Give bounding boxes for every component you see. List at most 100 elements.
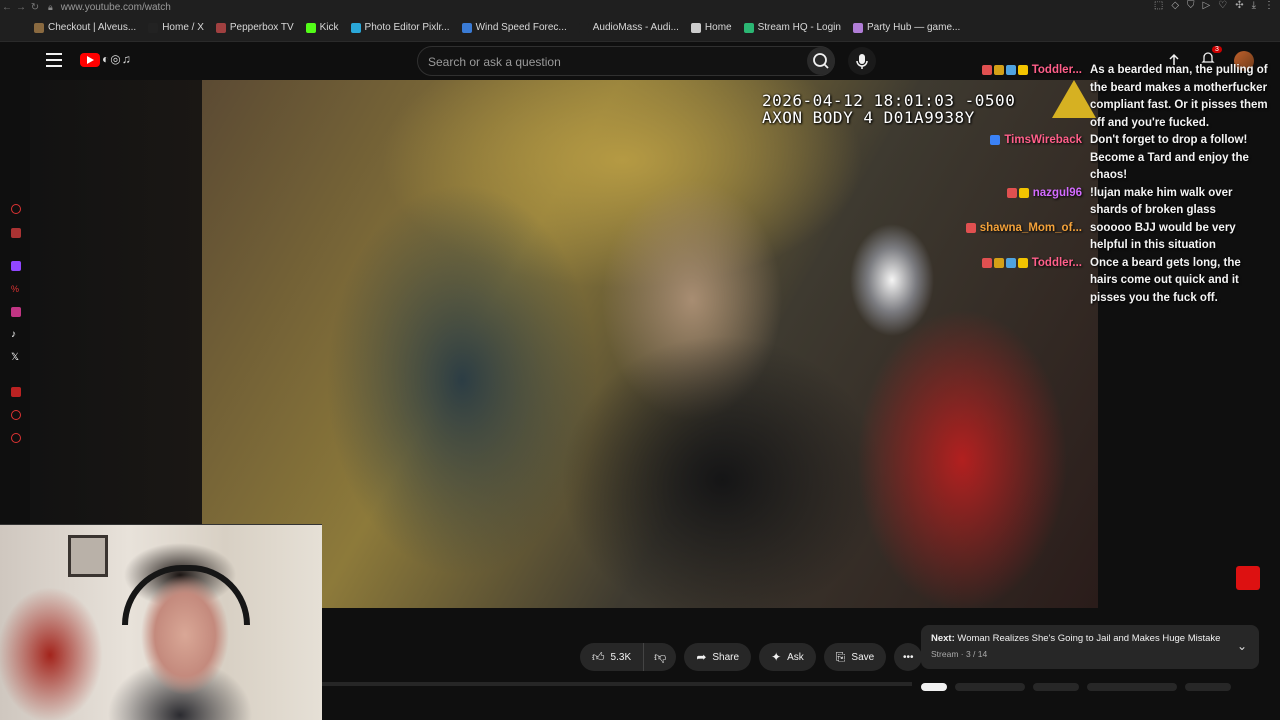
chip[interactable] bbox=[921, 683, 947, 691]
chat-badges bbox=[981, 257, 1028, 268]
sparkle-icon: ✦ bbox=[771, 650, 782, 664]
bookmark-favicon-icon bbox=[743, 22, 754, 33]
share-icon: ➦ bbox=[696, 650, 707, 664]
chat-text: sooooo BJJ would be very helpful in this… bbox=[1090, 221, 1236, 252]
subscribe-logo-icon[interactable] bbox=[1236, 566, 1260, 590]
chevron-down-icon[interactable]: ⌄ bbox=[1237, 639, 1247, 653]
thumbs-up-icon: 👍︎ bbox=[592, 649, 605, 664]
bookmark-item[interactable]: Photo Editor Pixlr... bbox=[350, 22, 450, 33]
bookmarks-bar: Checkout | Alveus... Home / X Pepperbox TV… bbox=[0, 14, 1280, 42]
extension-icon[interactable]: ⬚ bbox=[1154, 0, 1163, 11]
chip[interactable] bbox=[1087, 683, 1177, 691]
headset bbox=[122, 565, 250, 625]
twitch-icon[interactable] bbox=[11, 261, 21, 271]
tiktok-icon[interactable]: ♪ bbox=[11, 330, 21, 340]
bookmark-label: Checkout | Alveus... bbox=[48, 22, 137, 33]
clock-icon[interactable] bbox=[11, 410, 21, 420]
save-label: Save bbox=[851, 651, 875, 663]
left-icon-rail: % ♪ 𝕏 bbox=[0, 80, 30, 525]
chip[interactable] bbox=[1185, 683, 1231, 691]
chat-message: Toddler... Once a beard gets long, the ha… bbox=[960, 255, 1272, 308]
chip[interactable] bbox=[1033, 683, 1079, 691]
bookmark-item[interactable]: Checkout | Alveus... bbox=[34, 22, 136, 33]
back-icon[interactable]: ← bbox=[0, 2, 14, 13]
more-actions-button[interactable]: ••• bbox=[894, 643, 923, 671]
rail-icon[interactable] bbox=[11, 228, 21, 238]
chat-badge-icon bbox=[1017, 65, 1028, 75]
lock-icon: 🔒︎ bbox=[48, 1, 53, 12]
chat-message: TimsWireback Don't forget to drop a follo… bbox=[960, 132, 1272, 185]
chat-text: Don't forget to drop a follow! Become a … bbox=[1090, 134, 1249, 181]
chat-badges bbox=[981, 65, 1028, 75]
next-prefix: Next: bbox=[931, 633, 955, 644]
progress-bar[interactable] bbox=[322, 682, 912, 686]
like-dislike-group: 👍︎ 5.3K 👎︎ bbox=[580, 643, 677, 671]
play-icon[interactable]: ▷ bbox=[1203, 0, 1211, 11]
bookmark-favicon-icon bbox=[305, 22, 316, 33]
bookmark-label: AudioMass - Audi... bbox=[592, 22, 679, 33]
youtube-logo[interactable] bbox=[80, 53, 100, 67]
bookmark-item[interactable]: Party Hub — game... bbox=[852, 22, 960, 33]
bookmark-favicon-icon bbox=[148, 22, 159, 33]
reload-icon[interactable]: ↻ bbox=[28, 2, 42, 13]
search-input[interactable] bbox=[428, 53, 788, 71]
bookmark-item[interactable]: Home bbox=[690, 22, 732, 33]
shield-icon[interactable]: ⛉ bbox=[1187, 0, 1195, 11]
share-button[interactable]: ➦ Share bbox=[684, 643, 752, 671]
chat-badges bbox=[1006, 187, 1029, 198]
heart-icon[interactable]: ♡ bbox=[1218, 0, 1227, 11]
bookmark-item[interactable]: Stream HQ - Login bbox=[743, 22, 841, 33]
rail-icon[interactable] bbox=[11, 204, 21, 214]
bookmark-favicon-icon bbox=[350, 22, 361, 33]
chat-username[interactable]: TimsWireback bbox=[1004, 132, 1082, 150]
bookmark-favicon-icon bbox=[215, 22, 226, 33]
video-actions: 👍︎ 5.3K 👎︎ ➦ Share ✦ Ask ⎘ Save ••• bbox=[580, 643, 923, 671]
next-subtitle: Stream · 3 / 14 bbox=[931, 649, 988, 659]
bookmark-item[interactable]: Wind Speed Forec... bbox=[461, 22, 567, 33]
search-button[interactable] bbox=[807, 47, 835, 75]
bookmark-label: Home bbox=[704, 22, 732, 33]
rail-icon[interactable] bbox=[11, 387, 21, 397]
download-icon[interactable]: ⤓ bbox=[1252, 0, 1256, 11]
bookmark-item[interactable]: Pepperbox TV bbox=[215, 22, 294, 33]
instagram-icon[interactable] bbox=[11, 307, 21, 317]
chat-badge-icon bbox=[1018, 187, 1029, 198]
chat-badges bbox=[990, 135, 1001, 145]
x-icon[interactable]: 𝕏 bbox=[11, 353, 21, 363]
hamburger-menu-icon[interactable] bbox=[46, 53, 62, 67]
url-text[interactable]: www.youtube.com/watch bbox=[61, 2, 171, 13]
menu-icon[interactable]: ⋮ bbox=[1264, 0, 1274, 11]
like-button[interactable]: 👍︎ 5.3K bbox=[580, 643, 645, 671]
bookmark-item[interactable]: Kick bbox=[305, 22, 339, 33]
bookmark-item[interactable]: AudioMass - Audi... bbox=[578, 22, 679, 33]
chat-username[interactable]: nazgul96 bbox=[1033, 185, 1082, 203]
puzzle-icon[interactable]: ✣ bbox=[1235, 0, 1243, 11]
next-video-card[interactable]: Next: Woman Realizes She's Going to Jail… bbox=[921, 625, 1259, 669]
webcam-overlay bbox=[0, 524, 322, 720]
forward-icon[interactable]: → bbox=[14, 2, 28, 13]
percent-icon[interactable]: % bbox=[11, 284, 21, 294]
chat-user: nazgul96 bbox=[960, 185, 1090, 220]
dislike-button[interactable]: 👎︎ bbox=[644, 643, 677, 671]
extension-icon[interactable]: ◇ bbox=[1171, 0, 1179, 11]
save-button[interactable]: ⎘ Save bbox=[823, 643, 887, 671]
chat-username[interactable]: Toddler... bbox=[1032, 62, 1082, 80]
bookmark-label: Stream HQ - Login bbox=[757, 22, 841, 33]
chat-username[interactable]: Toddler... bbox=[1032, 255, 1082, 273]
next-title: Woman Realizes She's Going to Jail and M… bbox=[957, 633, 1221, 644]
ask-label: Ask bbox=[787, 651, 804, 663]
chat-badge-icon bbox=[1017, 257, 1028, 268]
chat-username[interactable]: shawna_Mom_of... bbox=[980, 220, 1082, 238]
ask-button[interactable]: ✦ Ask bbox=[759, 643, 816, 671]
chat-badges bbox=[965, 222, 976, 233]
chip[interactable] bbox=[955, 683, 1025, 691]
voice-search-button[interactable] bbox=[848, 47, 876, 75]
chat-text: !lujan make him walk over shards of brok… bbox=[1090, 186, 1233, 217]
bookmark-item[interactable]: Home / X bbox=[148, 22, 204, 33]
bookmark-favicon-icon bbox=[690, 22, 701, 33]
chat-badge-icon bbox=[981, 65, 992, 75]
gear-icon[interactable] bbox=[11, 433, 21, 443]
chat-badge-icon bbox=[1005, 257, 1016, 268]
bookmark-label: Home / X bbox=[162, 22, 204, 33]
thumbs-down-icon: 👎︎ bbox=[654, 649, 667, 664]
